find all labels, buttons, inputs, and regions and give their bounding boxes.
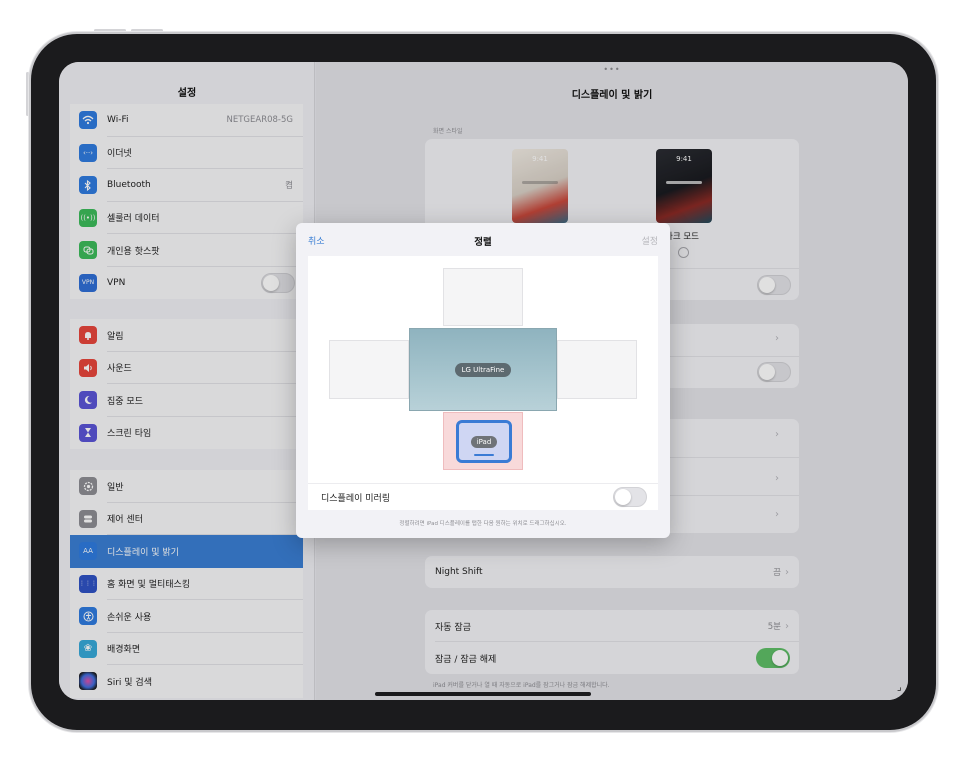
monitor-label: LG UltraFine (454, 362, 512, 377)
arrangement-sheet: 정렬 취소 설정 LG UltraFine iPad 디스플레이 미러링 정렬하… (296, 223, 670, 538)
home-indicator[interactable] (375, 692, 591, 696)
ipad-drop-zone: iPad (443, 412, 523, 470)
drop-target-right (557, 340, 637, 399)
volume-button (94, 29, 126, 32)
ipad-display[interactable]: iPad (456, 420, 512, 463)
ipad-indicator (474, 454, 494, 456)
ipad-label: iPad (470, 435, 498, 448)
drop-target-left (329, 340, 409, 399)
top-button (26, 72, 29, 116)
volume-button (131, 29, 163, 32)
mirroring-label: 디스플레이 미러링 (321, 493, 391, 504)
sheet-title: 정렬 (474, 237, 492, 248)
arrangement-hint: 정렬하려면 iPad 디스플레이를 탭한 다음 원하는 위치로 드래그하십시오. (399, 521, 567, 527)
mirroring-toggle[interactable] (613, 487, 647, 507)
set-button[interactable]: 설정 (641, 234, 658, 247)
cancel-button[interactable]: 취소 (308, 234, 325, 247)
arrangement-canvas[interactable]: LG UltraFine iPad (308, 256, 658, 483)
external-monitor[interactable]: LG UltraFine (409, 328, 557, 411)
mirroring-row: 디스플레이 미러링 (308, 483, 658, 510)
drop-target-top (443, 268, 523, 326)
corner-mark: ⌟ (897, 682, 902, 693)
screen: 설정 Wi-Fi NETGEAR08-5G ‹··› 이더넷 Bluetooth (59, 62, 908, 700)
